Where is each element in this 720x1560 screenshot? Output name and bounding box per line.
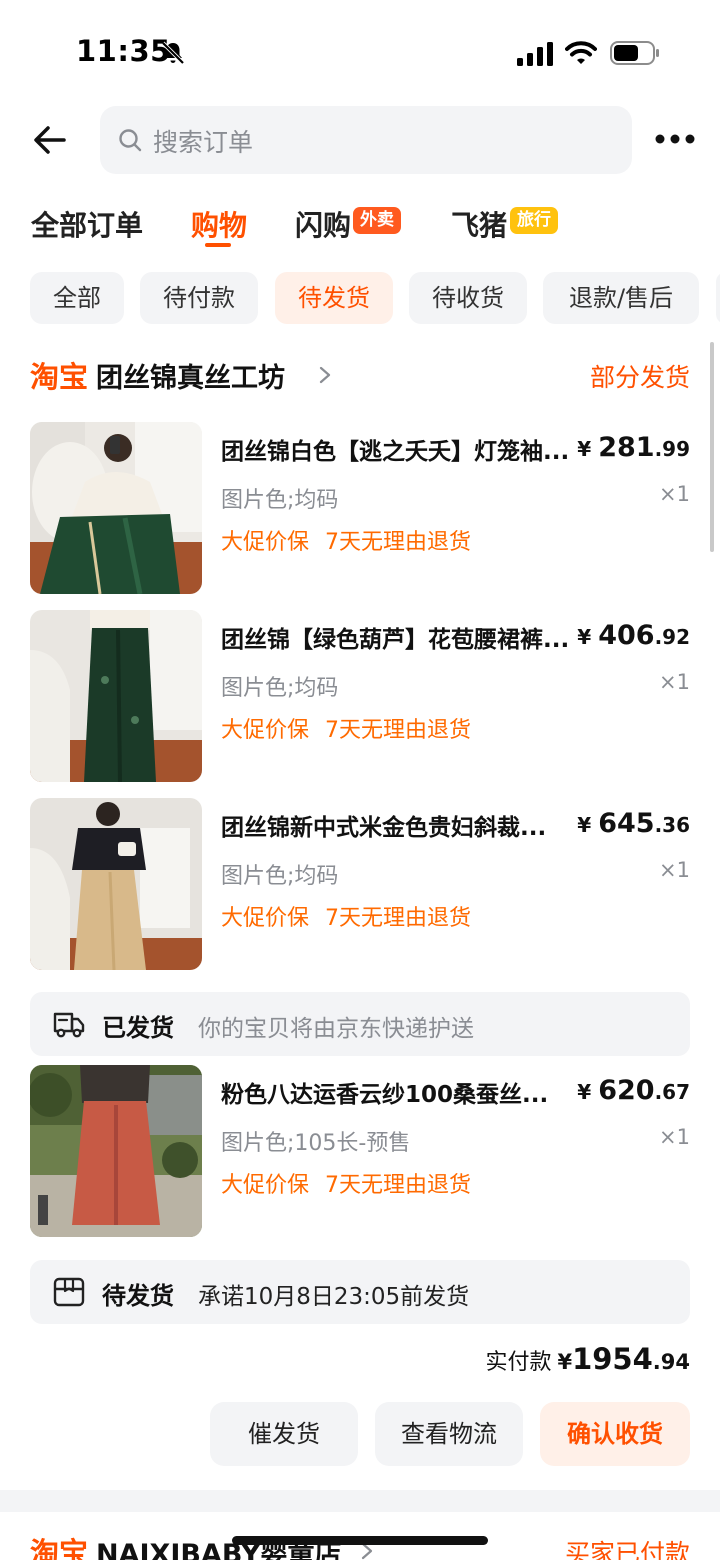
product-spec: 图片色;均码 [221, 676, 339, 701]
pending-label: 待发货 [102, 1282, 174, 1310]
shipped-text: 你的宝贝将由京东快递护送 [198, 1016, 474, 1042]
product-title: 团丝锦【绿色葫芦】花苞腰裙裤... [221, 627, 570, 653]
product-title: 团丝锦白色【逃之夭夭】灯笼袖... [221, 439, 570, 465]
tag-price-protect: 大促价保 [221, 1173, 310, 1198]
takeout-badge: 外卖 [353, 207, 401, 234]
next-order-status: 买家已付款 [564, 1539, 690, 1560]
product-image[interactable] [30, 422, 202, 594]
section-divider [0, 1490, 720, 1512]
filter-refund-aftersale[interactable]: 退款/售后 [543, 272, 699, 324]
confirm-receipt-button[interactable]: 确认收货 [540, 1402, 690, 1466]
filter-all[interactable]: 全部 [30, 272, 124, 324]
product-quantity: ×1 [659, 670, 690, 694]
tag-7day-return: 7天无理由退货 [325, 718, 472, 743]
shop-name[interactable]: 团丝锦真丝工坊 [96, 356, 285, 395]
product-image[interactable] [30, 1065, 202, 1237]
product-spec: 图片色;105长-预售 [221, 1131, 411, 1156]
pending-shipment-bar[interactable]: 待发货 承诺10月8日23:05前发货 [30, 1260, 690, 1324]
tag-7day-return: 7天无理由退货 [325, 906, 472, 931]
product-spec: 图片色;均码 [221, 488, 339, 513]
product-tags: 大促价保 7天无理由退货 [221, 900, 471, 932]
package-box-icon [53, 1277, 85, 1307]
product-item[interactable]: 团丝锦新中式米金色贵妇斜裁... ¥ 645.36 图片色;均码 ×1 大促价保… [30, 798, 690, 970]
product-price: ¥ 406.92 [577, 620, 690, 651]
product-title: 粉色八达运香云纱100桑蚕丝... [221, 1082, 549, 1108]
product-quantity: ×1 [659, 482, 690, 506]
product-image[interactable] [30, 610, 202, 782]
filter-pending-receipt[interactable]: 待收货 [409, 272, 527, 324]
chevron-right-icon [319, 366, 331, 384]
product-spec: 图片色;均码 [221, 864, 339, 889]
product-quantity: ×1 [659, 858, 690, 882]
tag-price-protect: 大促价保 [221, 906, 310, 931]
product-tags: 大促价保 7天无理由退货 [221, 524, 471, 556]
signal-icon [517, 42, 553, 66]
filter-pending-payment[interactable]: 待付款 [140, 272, 258, 324]
tab-shopping[interactable]: 购物 [191, 204, 247, 244]
tag-7day-return: 7天无理由退货 [325, 1173, 472, 1198]
bell-off-icon [161, 41, 185, 65]
scrollbar[interactable] [710, 342, 714, 552]
product-title: 团丝锦新中式米金色贵妇斜裁... [221, 815, 547, 841]
product-price: ¥ 281.99 [577, 432, 690, 463]
shipped-label: 已发货 [102, 1014, 174, 1042]
filter-overflow[interactable] [716, 272, 720, 324]
battery-icon [610, 41, 659, 65]
tab-active-indicator [205, 243, 231, 247]
total-currency: ¥ [557, 1350, 573, 1374]
search-placeholder: 搜索订单 [153, 128, 254, 157]
back-arrow-icon[interactable] [28, 118, 72, 162]
wifi-icon [565, 41, 597, 64]
filter-pending-shipment[interactable]: 待发货 [275, 272, 393, 324]
shipped-info-bar[interactable]: 已发货 你的宝贝将由京东快递护送 [30, 992, 690, 1056]
order-status: 部分发货 [589, 363, 690, 392]
travel-badge: 旅行 [510, 207, 558, 234]
status-bar: 11:35 [0, 0, 720, 100]
product-tags: 大促价保 7天无理由退货 [221, 712, 471, 744]
more-icon[interactable] [654, 124, 696, 154]
product-quantity: ×1 [659, 1125, 690, 1149]
total-paid: 实付款 ¥1954.94 [485, 1342, 690, 1376]
product-item[interactable]: 团丝锦白色【逃之夭夭】灯笼袖... ¥ 281.99 图片色;均码 ×1 大促价… [30, 422, 690, 594]
product-image[interactable] [30, 798, 202, 970]
shop-header[interactable]: 淘宝 团丝锦真丝工坊 部分发货 [30, 352, 690, 396]
tag-7day-return: 7天无理由退货 [325, 530, 472, 555]
product-item[interactable]: 团丝锦【绿色葫芦】花苞腰裙裤... ¥ 406.92 图片色;均码 ×1 大促价… [30, 610, 690, 782]
product-tags: 大促价保 7天无理由退货 [221, 1167, 471, 1199]
pending-text: 承诺10月8日23:05前发货 [198, 1284, 470, 1310]
product-price: ¥ 620.67 [577, 1075, 690, 1106]
tab-fliggy[interactable]: 飞猪 [451, 204, 507, 244]
tab-flash-buy[interactable]: 闪购 [295, 204, 351, 244]
tab-all-orders[interactable]: 全部订单 [31, 204, 143, 244]
taobao-logo: 淘宝 [30, 1536, 89, 1560]
total-label: 实付款 [485, 1350, 552, 1375]
delivery-truck-icon [53, 1012, 85, 1038]
product-item[interactable]: 粉色八达运香云纱100桑蚕丝... ¥ 620.67 图片色;105长-预售 ×… [30, 1065, 690, 1237]
total-decimal: .94 [652, 1350, 690, 1374]
product-price: ¥ 645.36 [577, 808, 690, 839]
home-indicator[interactable] [232, 1536, 488, 1545]
search-icon [119, 129, 142, 152]
status-time: 11:35 [76, 34, 171, 68]
tag-price-protect: 大促价保 [221, 718, 310, 743]
view-logistics-button[interactable]: 查看物流 [375, 1402, 523, 1466]
urge-shipment-button[interactable]: 催发货 [210, 1402, 358, 1466]
tag-price-protect: 大促价保 [221, 530, 310, 555]
search-input[interactable]: 搜索订单 [100, 106, 632, 174]
taobao-logo: 淘宝 [30, 360, 89, 394]
total-amount: 1954 [572, 1342, 653, 1376]
